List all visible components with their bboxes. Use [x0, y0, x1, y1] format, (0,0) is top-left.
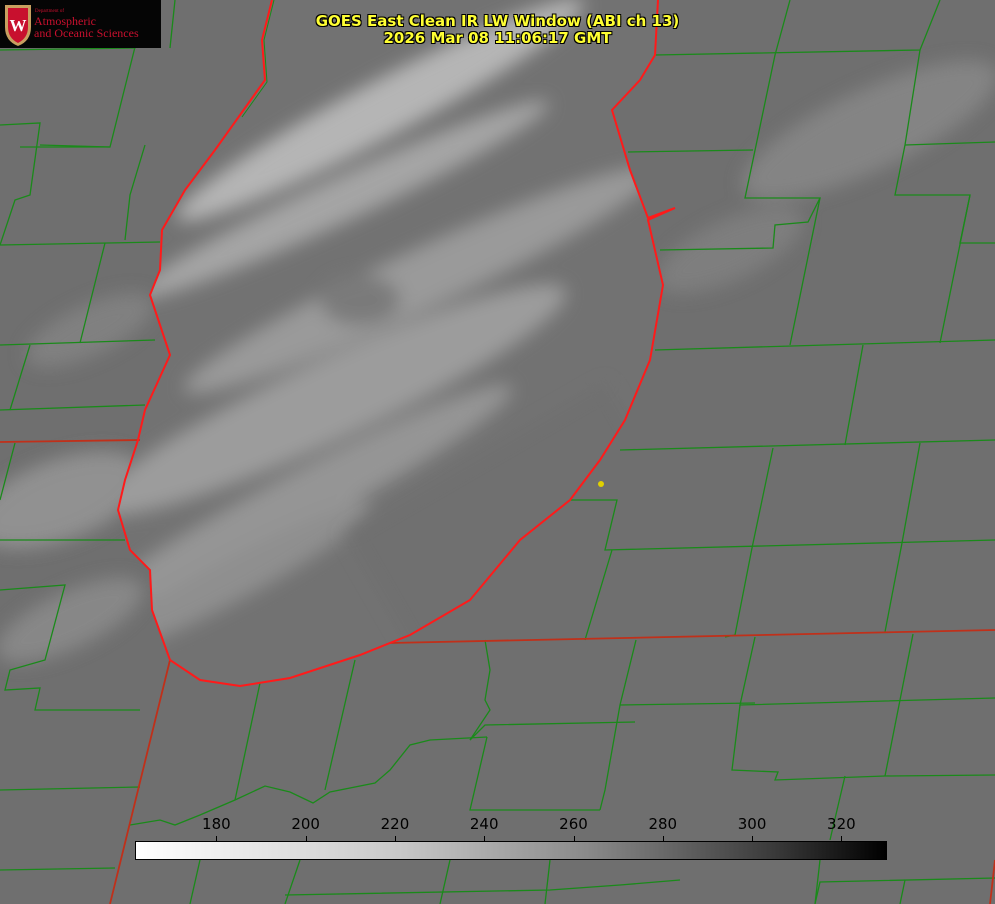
satellite-image-view: W Department of Atmospheric and Oceanic …	[0, 0, 995, 904]
colorbar-tick-label: 300	[737, 815, 767, 833]
colorbar-tick-label: 240	[469, 815, 499, 833]
colorbar-tick-mark	[662, 836, 664, 841]
location-marker	[598, 481, 604, 487]
colorbar-tick-label: 200	[291, 815, 320, 833]
colorbar-tick-label: 320	[827, 815, 856, 833]
image-title: GOES East Clean IR LW Window (ABI ch 13)	[315, 12, 680, 30]
colorbar-tick-mark	[752, 836, 754, 841]
colorbar	[135, 841, 887, 860]
colorbar-tick-label: 260	[559, 815, 588, 833]
colorbar-tick-label: 220	[380, 815, 410, 833]
colorbar-tick-label: 280	[648, 815, 678, 833]
colorbar-tick-mark	[216, 836, 218, 841]
colorbar-tick-label: 180	[202, 815, 231, 833]
colorbar-tick-mark	[573, 836, 575, 841]
satellite-map	[0, 0, 995, 904]
colorbar-tick-mark	[841, 836, 843, 841]
colorbar-tick-mark	[394, 836, 396, 841]
lake-michigan	[118, 0, 663, 686]
image-timestamp: 2026 Mar 08 11:06:17 GMT	[383, 29, 612, 47]
colorbar-tick-mark	[305, 836, 307, 841]
colorbar-tick-mark	[484, 836, 486, 841]
